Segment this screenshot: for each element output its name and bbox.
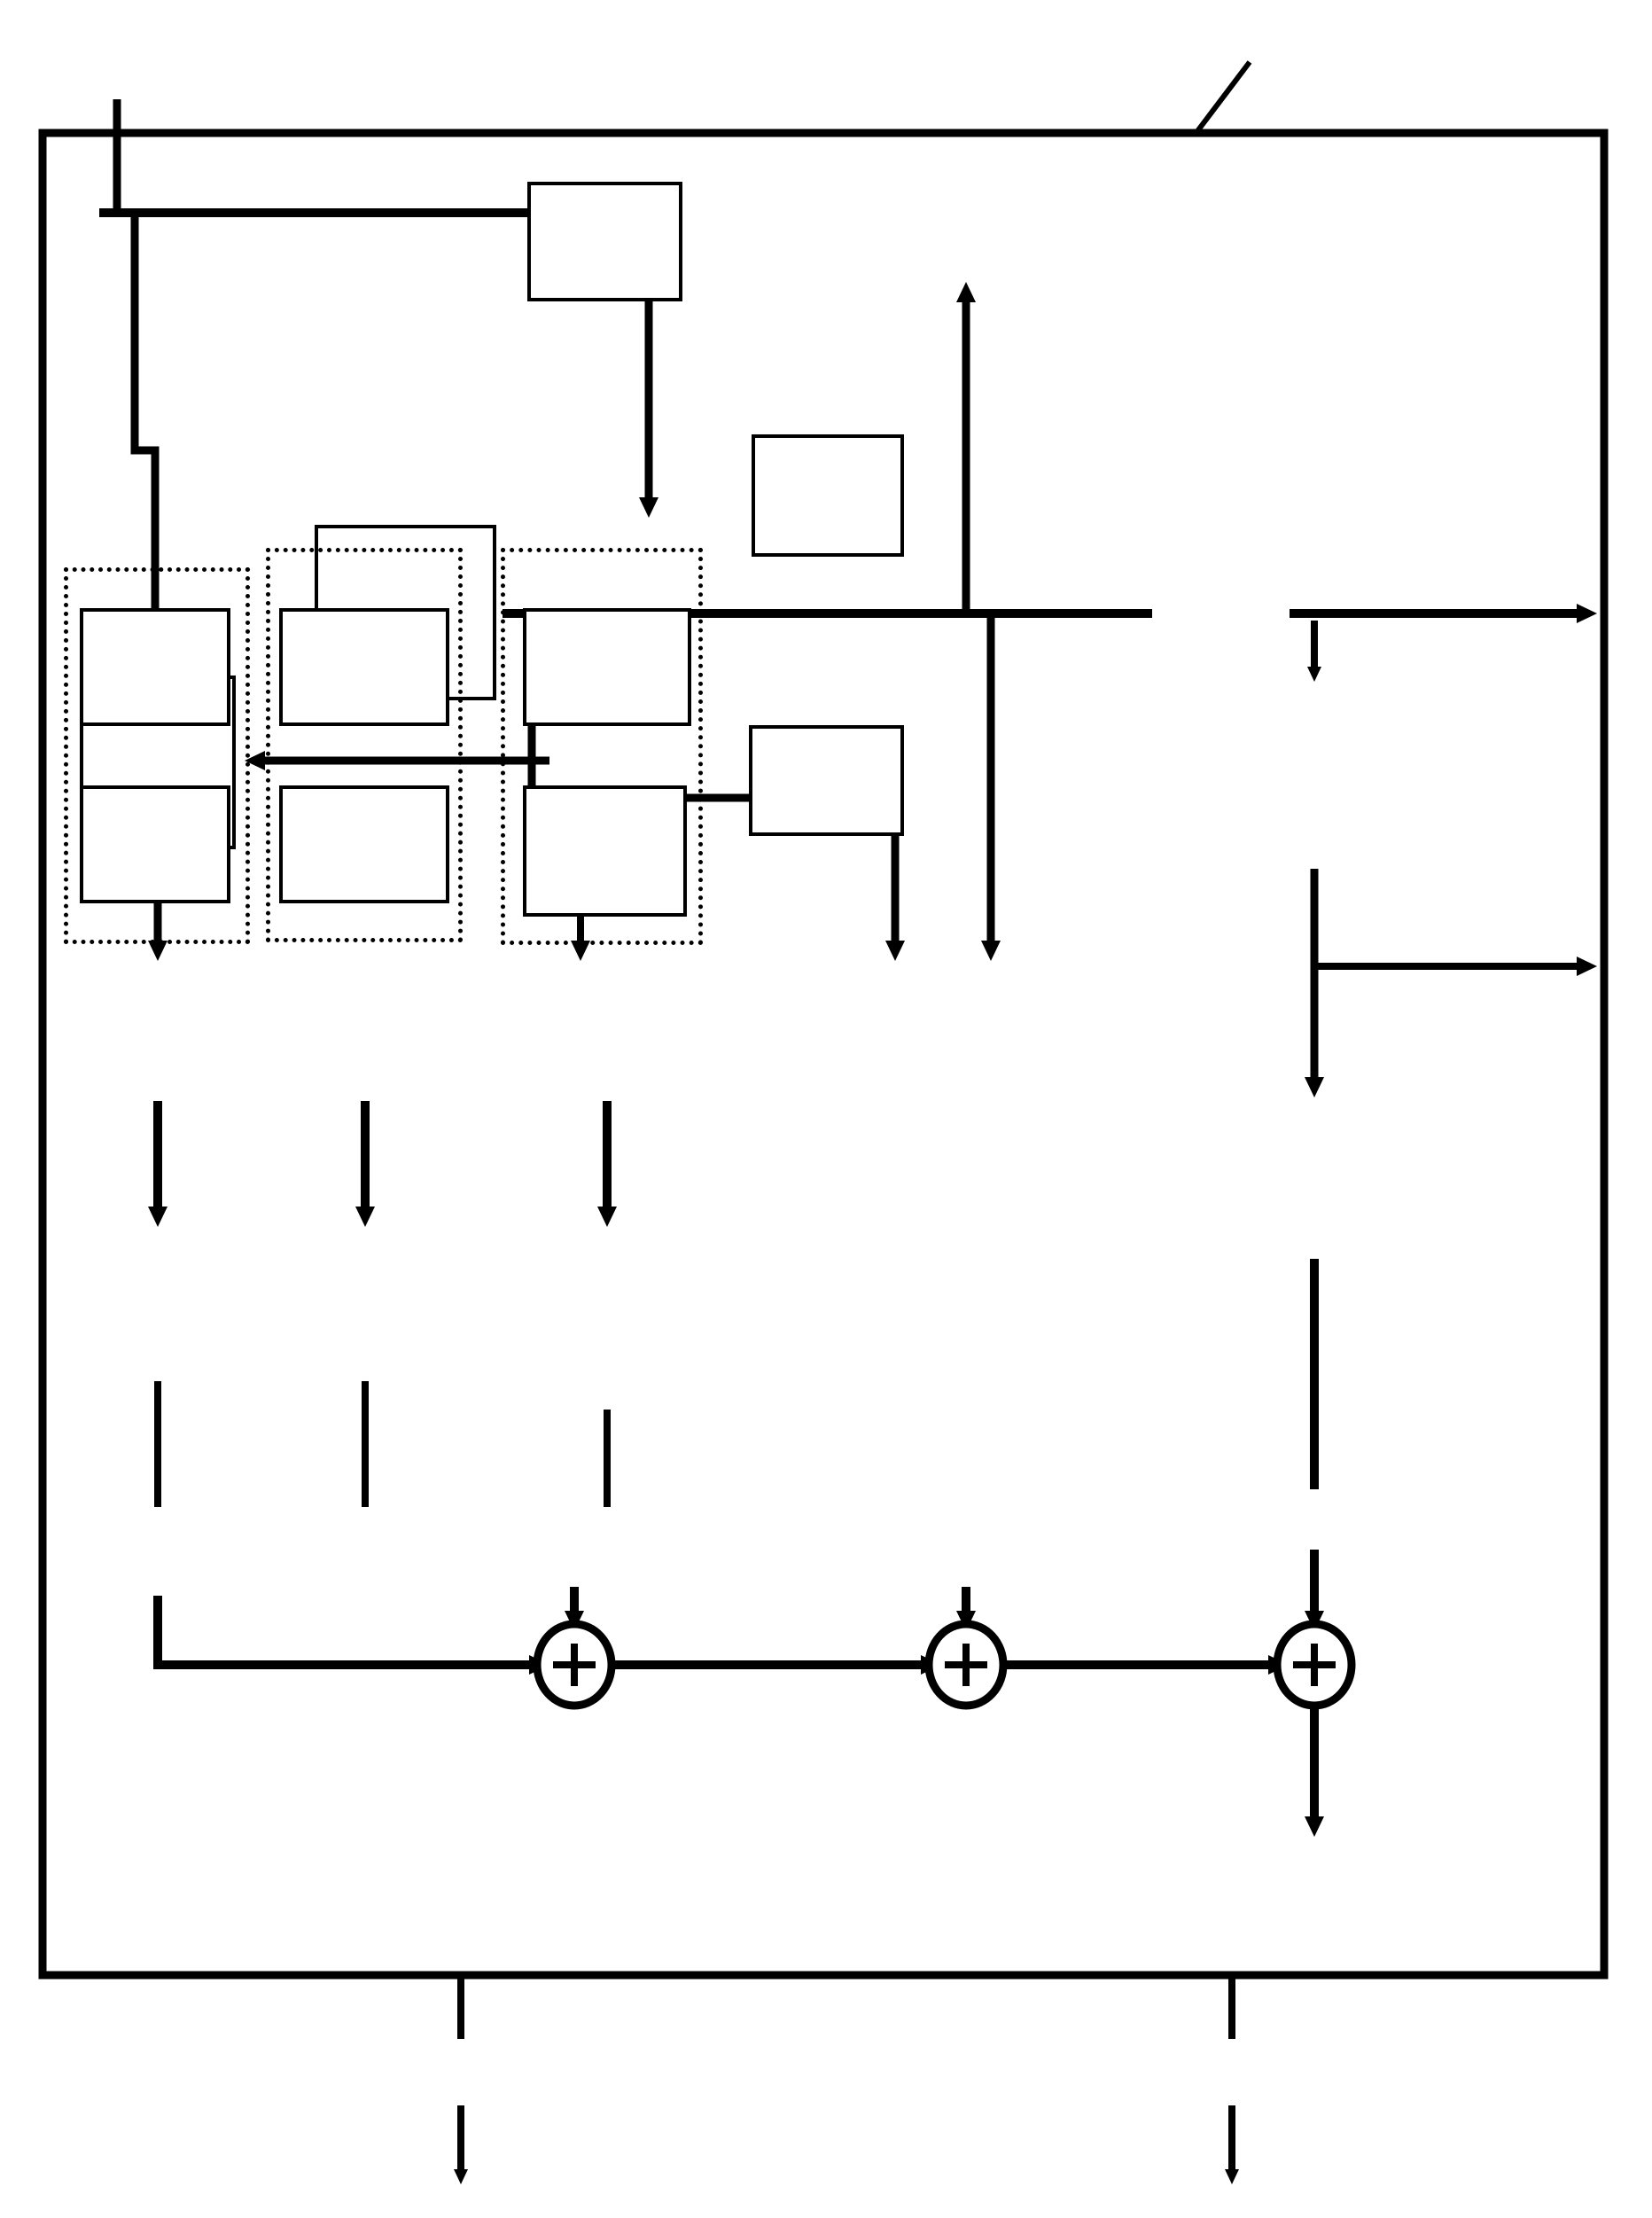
connector-layer: [38, 60, 1609, 2184]
patent-figure: [0, 0, 1652, 2218]
block-minimum-tracker[interactable]: [752, 434, 904, 557]
likelihood-power-label: [1251, 919, 1259, 954]
block-power-likelihood[interactable]: [749, 725, 904, 836]
likelihood-non-stationarity-label: [269, 956, 277, 990]
likelihood-gain-label: [558, 956, 566, 990]
block-peak-tracker[interactable]: [527, 182, 682, 301]
group-correlation-454: [64, 567, 250, 944]
wires: [38, 60, 1609, 2184]
group-non-stationarity-452: [266, 548, 463, 942]
group-prediction-gain-450: [501, 548, 703, 945]
likelihood-correlation-label: [90, 956, 98, 990]
